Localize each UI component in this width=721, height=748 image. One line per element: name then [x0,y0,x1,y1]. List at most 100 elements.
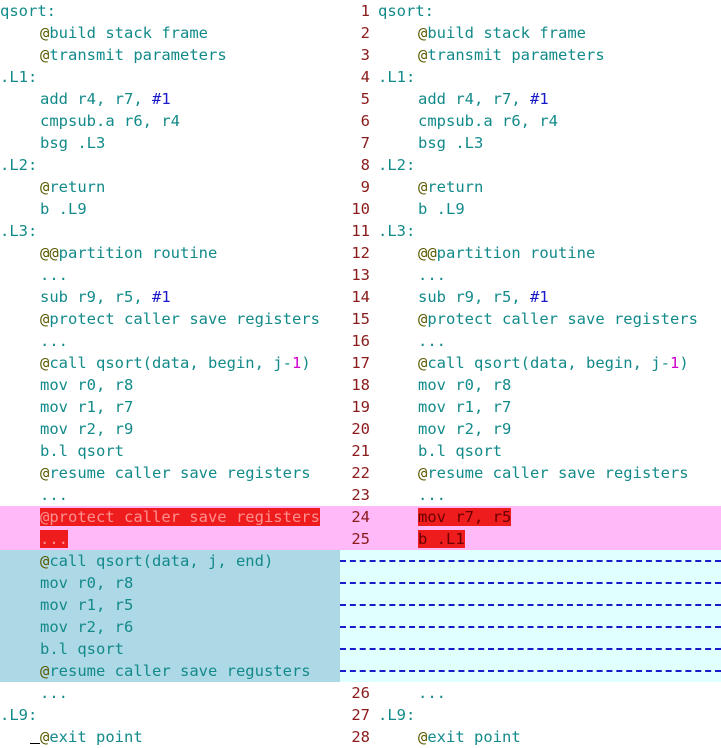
left-code-line[interactable]: @protect caller save registers [0,308,340,330]
line-number: 4 [360,68,370,86]
right-code-line[interactable] [340,572,721,594]
right-code-line[interactable]: 15 @protect caller save registers [340,308,721,330]
left-code-line[interactable]: bsg .L3 [0,132,340,154]
right-code-line[interactable]: 16... [340,330,721,352]
right-code-line[interactable] [340,660,721,682]
code-text: cmpsub.a r6, r4 [418,112,558,130]
left-code-line[interactable]: .L2: [0,154,340,176]
right-code-line[interactable]: 18 mov r0, r8 [340,374,721,396]
left-code-line[interactable]: @@partition routine [0,242,340,264]
placeholder-dashed-line [340,648,721,650]
right-code-line[interactable]: 11 .L3: [340,220,721,242]
left-code-line[interactable]: @resume caller save registers [0,462,340,484]
left-code-line[interactable]: mov r1, r7 [0,396,340,418]
right-code-line[interactable]: 13... [340,264,721,286]
left-code-line[interactable]: @return [0,176,340,198]
code-text: mov r1, r7 [40,398,134,416]
left-code-line[interactable]: @call qsort(data, j, end) [0,550,340,572]
left-code-line[interactable]: @build stack frame [0,22,340,44]
right-code-line[interactable]: 14 sub r9, r5, #1 [340,286,721,308]
line-number: 6 [360,112,370,130]
left-code-line[interactable]: .L1: [0,66,340,88]
right-code-line[interactable]: 23... [340,484,721,506]
left-code-line[interactable]: mov r1, r5 [0,594,340,616]
right-code-line[interactable]: 24 mov r7, r5 [340,506,721,528]
line-number: 17 [351,354,370,372]
right-code-line[interactable]: 17 @call qsort(data, begin, j-1) [340,352,721,374]
line-number: 13 [351,266,370,284]
left-code-line[interactable]: ... [0,682,340,704]
right-code-line[interactable]: 20 mov r2, r9 [340,418,721,440]
left-code-line[interactable]: add r4, r7, #1 [0,88,340,110]
right-code-line[interactable]: 27 .L9: [340,704,721,726]
right-code-line[interactable]: 12 @@partition routine [340,242,721,264]
code-text: .L2: [0,156,38,174]
code-text: ... [40,486,68,504]
code-text: b .L9 [40,200,87,218]
left-code-line[interactable]: ... [0,264,340,286]
left-code-line[interactable]: mov r2, r6 [0,616,340,638]
code-text: mov r2, r9 [418,420,512,438]
right-code-line[interactable]: 26... [340,682,721,704]
left-code-line[interactable]: @call qsort(data, begin, j-1) [0,352,340,374]
left-code-line[interactable]: mov r0, r8 [0,572,340,594]
right-code-line[interactable]: 5 add r4, r7, #1 [340,88,721,110]
left-code-line[interactable]: mov r0, r8 [0,374,340,396]
left-code-line[interactable]: @transmit parameters [0,44,340,66]
right-code-line[interactable]: 3 @transmit parameters [340,44,721,66]
left-code-line[interactable]: .L9: [0,704,340,726]
left-code-line[interactable]: sub r9, r5, #1 [0,286,340,308]
right-code-line[interactable]: 19 mov r1, r7 [340,396,721,418]
left-code-line[interactable]: @resume caller save regusters [0,660,340,682]
code-text: @call qsort(data, begin, j-1) [40,354,311,372]
code-text: @@partition routine [418,244,596,262]
right-diff-pane[interactable]: 1 qsort: 2 @build stack frame 3 @transmit par… [340,0,721,748]
left-code-line[interactable]: b.l qsort [0,638,340,660]
left-code-line[interactable]: b .L9 [0,198,340,220]
left-code-line[interactable]: ... [0,330,340,352]
line-number: 14 [351,288,370,306]
code-text: .L9: [378,706,416,724]
right-code-line[interactable]: 2 @build stack frame [340,22,721,44]
right-code-line[interactable]: 9 @return [340,176,721,198]
line-number: 12 [351,244,370,262]
right-code-line[interactable] [340,638,721,660]
left-code-line[interactable]: b.l qsort [0,440,340,462]
right-code-line[interactable]: 1 qsort: [340,0,721,22]
left-code-line[interactable]: ... [0,484,340,506]
right-code-line[interactable]: 10 b .L9 [340,198,721,220]
code-text: ... [40,332,68,350]
left-code-line[interactable]: mov r2, r9 [0,418,340,440]
right-code-line[interactable]: 21 b.l qsort [340,440,721,462]
right-code-line[interactable]: 7 bsg .L3 [340,132,721,154]
right-code-line[interactable]: 4 .L1: [340,66,721,88]
line-number: 11 [351,222,370,240]
code-text: mov r1, r5 [40,596,134,614]
code-text: @transmit parameters [40,46,227,64]
line-number: 16 [351,332,370,350]
left-code-line[interactable]: ... [0,528,340,550]
placeholder-dashed-line [340,604,721,606]
code-text: add r4, r7, #1 [418,90,549,108]
right-code-line[interactable]: 22 @resume caller save registers [340,462,721,484]
line-number: 2 [360,24,370,42]
right-code-line[interactable]: 25 b .L1 [340,528,721,550]
code-text: @protect caller save registers [40,310,320,328]
code-text: mov r2, r9 [40,420,134,438]
left-code-line[interactable]: @protect caller save registers [0,506,340,528]
right-code-line[interactable]: 8 .L2: [340,154,721,176]
right-code-line[interactable] [340,616,721,638]
left-code-line[interactable]: cmpsub.a r6, r4 [0,110,340,132]
left-code-line[interactable]: qsort: [0,0,340,22]
left-diff-pane[interactable]: qsort: @build stack frame @transmit parame… [0,0,340,748]
code-text: mov r0, r8 [40,574,134,592]
right-code-line[interactable] [340,550,721,572]
line-number: 5 [360,90,370,108]
code-text: qsort: [0,2,56,20]
code-text: b .L9 [418,200,465,218]
right-code-line[interactable]: 6 cmpsub.a r6, r4 [340,110,721,132]
code-text: b.l qsort [40,442,124,460]
text-cursor [30,743,40,744]
left-code-line[interactable]: .L3: [0,220,340,242]
right-code-line[interactable] [340,594,721,616]
